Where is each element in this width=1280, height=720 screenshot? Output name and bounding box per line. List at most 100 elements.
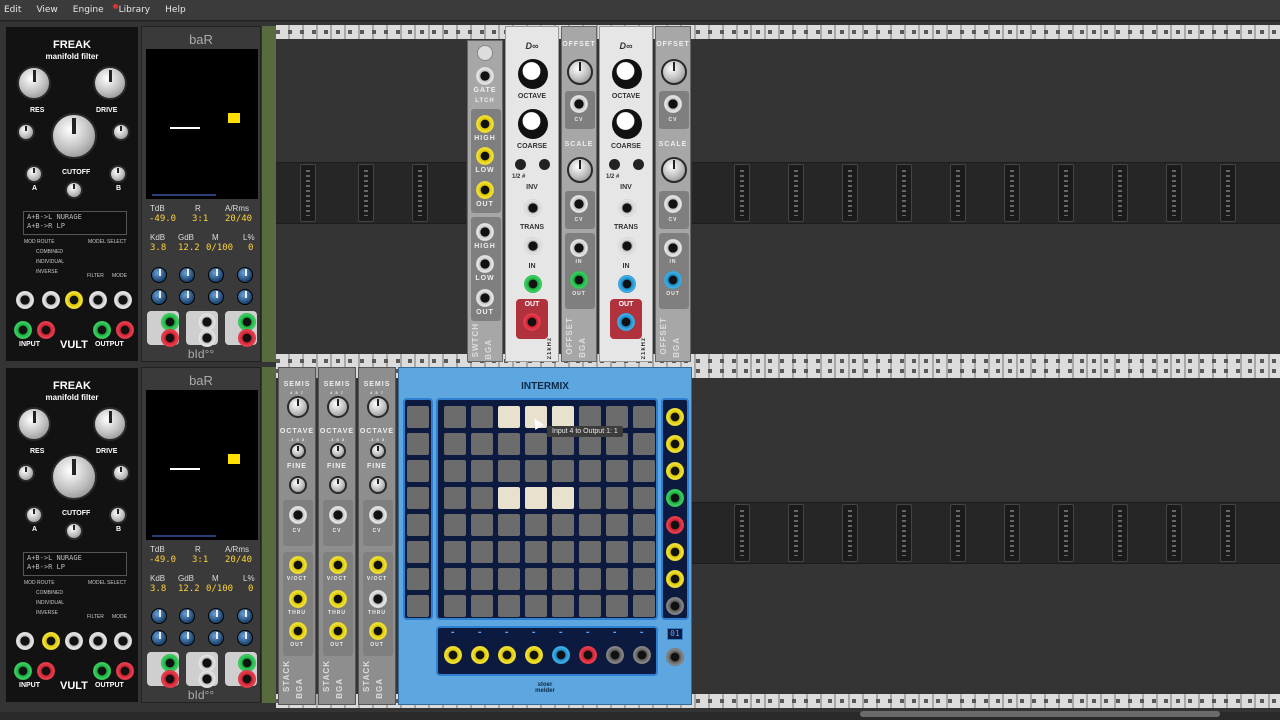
matrix-cell[interactable] xyxy=(633,460,655,482)
input-left-jack[interactable] xyxy=(14,321,32,339)
menu-engine[interactable]: Engine xyxy=(71,5,106,15)
output-jack[interactable] xyxy=(666,462,684,480)
drive-knob[interactable] xyxy=(93,66,127,100)
matrix-cell[interactable] xyxy=(444,541,466,563)
b-knob[interactable] xyxy=(109,506,127,524)
output-jack[interactable] xyxy=(666,516,684,534)
menu-view[interactable]: View xyxy=(34,5,59,15)
matrix-cell[interactable] xyxy=(471,541,493,563)
input-right-jack[interactable] xyxy=(37,662,55,680)
scale-cv-jack[interactable] xyxy=(664,195,682,213)
matrix-cell[interactable] xyxy=(633,406,655,428)
matrix-cell[interactable] xyxy=(552,514,574,536)
output-left-jack[interactable] xyxy=(93,321,111,339)
matrix-cell[interactable] xyxy=(444,514,466,536)
input-left-jack[interactable] xyxy=(14,662,32,680)
gain-knob[interactable] xyxy=(179,289,195,305)
matrix-cell[interactable] xyxy=(579,541,601,563)
threshold-knob[interactable] xyxy=(151,267,167,283)
input-jack[interactable] xyxy=(552,646,570,664)
octave-knob[interactable] xyxy=(370,443,386,459)
matrix-cell[interactable] xyxy=(471,568,493,590)
drive-cv-knob[interactable] xyxy=(112,464,130,482)
offset-knob[interactable] xyxy=(567,59,593,85)
input-jack[interactable] xyxy=(471,646,489,664)
input-mute-button[interactable] xyxy=(407,460,429,482)
matrix-cell[interactable] xyxy=(444,568,466,590)
matrix-cell[interactable] xyxy=(633,514,655,536)
octave-in-jack[interactable] xyxy=(618,275,636,293)
matrix-cell[interactable] xyxy=(498,460,520,482)
semis-knob[interactable] xyxy=(327,396,349,418)
stack-out-jack[interactable] xyxy=(369,622,387,640)
matrix-cell[interactable] xyxy=(471,595,493,617)
matrix-cell[interactable] xyxy=(525,568,547,590)
stack-cv-jack[interactable] xyxy=(329,506,347,524)
matrix-cell[interactable] xyxy=(525,460,547,482)
octave-out-jack[interactable] xyxy=(523,313,541,331)
matrix-cell[interactable] xyxy=(444,595,466,617)
inverse-option[interactable]: INVERSE xyxy=(36,610,58,616)
matrix-cell[interactable] xyxy=(498,541,520,563)
coarse-knob[interactable] xyxy=(518,109,548,139)
sharp-switch[interactable] xyxy=(539,159,550,170)
res-knob[interactable] xyxy=(17,407,51,441)
scale-knob[interactable] xyxy=(661,157,687,183)
cutoff-knob[interactable] xyxy=(51,113,97,159)
offset-out-jack[interactable] xyxy=(664,271,682,289)
matrix-cell[interactable] xyxy=(633,541,655,563)
drive-cv-jack[interactable] xyxy=(114,632,132,650)
threshold-knob[interactable] xyxy=(151,608,167,624)
individual-option[interactable]: INDIVIDUAL xyxy=(36,600,64,606)
matrix-cell[interactable] xyxy=(498,433,520,455)
matrix-cell[interactable] xyxy=(498,514,520,536)
matrix-cell[interactable] xyxy=(579,406,601,428)
sharp-switch[interactable] xyxy=(633,159,644,170)
voct-in-jack[interactable] xyxy=(289,556,307,574)
combined-option[interactable]: COMBINED xyxy=(36,249,63,255)
input-jack[interactable] xyxy=(498,646,516,664)
stack-cv-jack[interactable] xyxy=(289,506,307,524)
matrix-cell[interactable] xyxy=(552,460,574,482)
latch-button[interactable] xyxy=(477,45,493,61)
offset-out-jack[interactable] xyxy=(570,271,588,289)
matrix-cell[interactable] xyxy=(606,487,628,509)
input-right-jack[interactable] xyxy=(37,321,55,339)
bar-in-right-jack[interactable] xyxy=(161,670,179,688)
output-right-jack[interactable] xyxy=(116,662,134,680)
input-mute-button[interactable] xyxy=(407,433,429,455)
stack-out-jack[interactable] xyxy=(329,622,347,640)
semis-knob[interactable] xyxy=(367,396,389,418)
matrix-cell[interactable] xyxy=(633,487,655,509)
offset-in-jack[interactable] xyxy=(664,239,682,257)
fine-knob[interactable] xyxy=(369,476,387,494)
input-jack[interactable] xyxy=(444,646,462,664)
cutoff-cv-knob[interactable] xyxy=(65,181,83,199)
half-semi-switch[interactable] xyxy=(515,159,526,170)
lookahead-knob[interactable] xyxy=(237,289,253,305)
octave-knob[interactable] xyxy=(612,59,642,89)
release-knob[interactable] xyxy=(237,267,253,283)
fine-knob[interactable] xyxy=(289,476,307,494)
bar-out-right-jack[interactable] xyxy=(238,670,256,688)
thru-jack[interactable] xyxy=(289,590,307,608)
matrix-cell[interactable] xyxy=(444,460,466,482)
matrix-cell[interactable] xyxy=(444,406,466,428)
attack-knob[interactable] xyxy=(208,267,224,283)
voct-in-jack[interactable] xyxy=(329,556,347,574)
matrix-cell[interactable] xyxy=(471,460,493,482)
high-in-jack[interactable] xyxy=(476,115,494,133)
coarse-knob[interactable] xyxy=(612,109,642,139)
matrix-cell[interactable] xyxy=(525,487,547,509)
matrix-cell[interactable] xyxy=(579,595,601,617)
fine-knob[interactable] xyxy=(329,476,347,494)
matrix-cell[interactable] xyxy=(444,487,466,509)
matrix-cell[interactable] xyxy=(579,487,601,509)
matrix-cell[interactable] xyxy=(606,514,628,536)
matrix-cell[interactable] xyxy=(606,460,628,482)
inv-jack[interactable] xyxy=(524,199,542,217)
input-mute-button[interactable] xyxy=(407,541,429,563)
res-cv-knob[interactable] xyxy=(17,464,35,482)
input-mute-button[interactable] xyxy=(407,568,429,590)
matrix-cell[interactable] xyxy=(633,595,655,617)
